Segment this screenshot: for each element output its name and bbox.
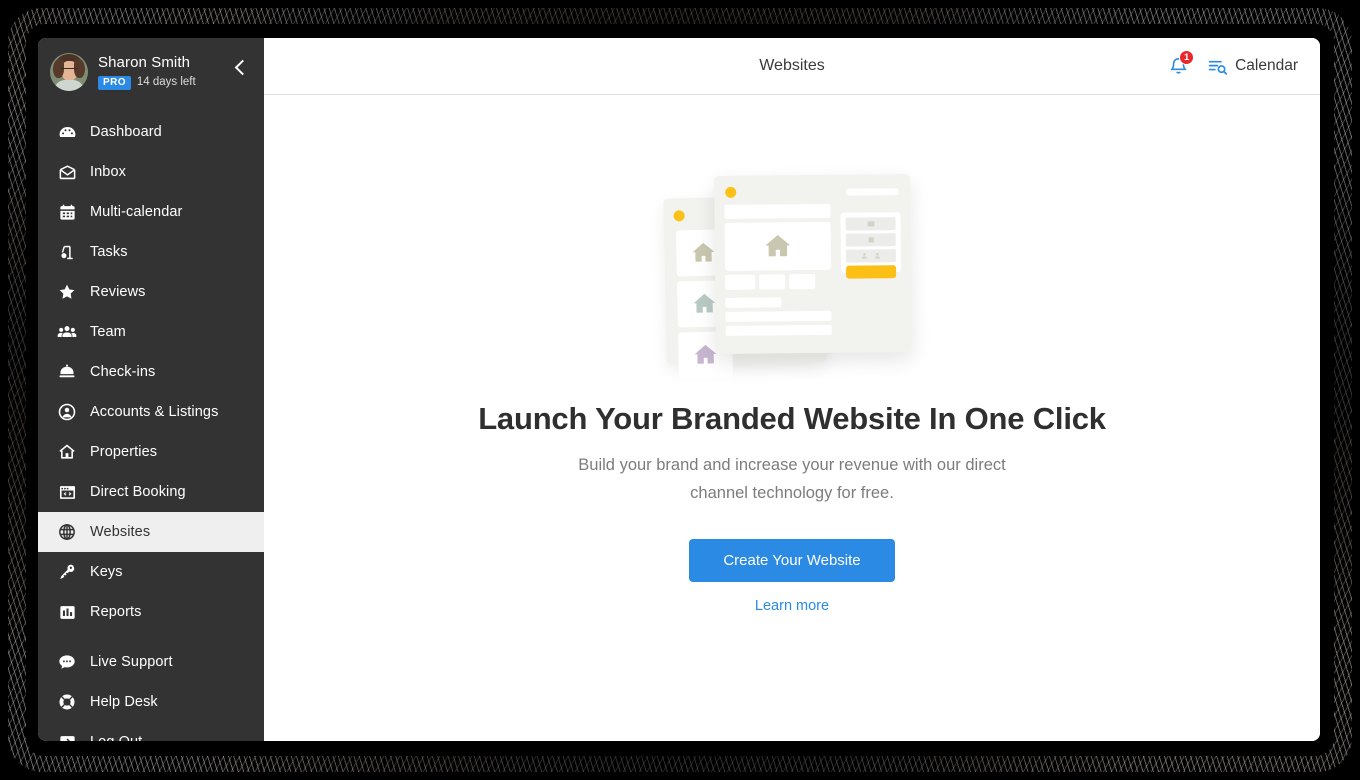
notification-badge: 1 (1179, 50, 1195, 65)
sidebar-item-label: Properties (90, 444, 158, 460)
sidebar-item-reports[interactable]: Reports (38, 592, 264, 632)
code-window-icon (56, 481, 78, 503)
sidebar-item-label: Keys (90, 564, 123, 580)
sidebar-item-label: Reviews (90, 284, 146, 300)
create-website-button[interactable]: Create Your Website (689, 539, 895, 583)
learn-more-link[interactable]: Learn more (755, 598, 829, 614)
calendar-label: Calendar (1235, 57, 1298, 74)
profile-subline: PRO 14 days left (98, 75, 196, 90)
bar-chart-icon (56, 601, 78, 623)
sidebar-item-label: Reports (90, 604, 142, 620)
sidebar-item-label: Tasks (90, 244, 128, 260)
globe-icon (56, 521, 78, 543)
sidebar-item-label: Inbox (90, 164, 126, 180)
calendar-button[interactable]: Calendar (1207, 56, 1298, 77)
page-title: Websites (759, 57, 825, 74)
lifebuoy-icon (56, 691, 78, 713)
chat-icon (56, 651, 78, 673)
tasks-icon (56, 241, 78, 263)
sidebar-item-label: Log Out (90, 734, 142, 741)
avatar (50, 53, 88, 91)
sidebar-item-check-ins[interactable]: Check-ins (38, 352, 264, 392)
sidebar-item-reviews[interactable]: Reviews (38, 272, 264, 312)
sidebar-item-tasks[interactable]: Tasks (38, 232, 264, 272)
hero-subtitle: Build your brand and increase your reven… (578, 456, 1006, 503)
sidebar-item-label: Websites (90, 524, 151, 540)
sidebar-item-accounts-listings[interactable]: Accounts & Listings (38, 392, 264, 432)
website-builder-illustration (657, 173, 927, 379)
inbox-icon (56, 161, 78, 183)
sidebar-item-label: Check-ins (90, 364, 156, 380)
sidebar-item-label: Dashboard (90, 124, 162, 140)
sidebar-item-team[interactable]: Team (38, 312, 264, 352)
sidebar-item-label: Team (90, 324, 126, 340)
profile-name: Sharon Smith (98, 54, 191, 72)
bell-desk-icon (56, 361, 78, 383)
sidebar-item-websites[interactable]: Websites (38, 512, 264, 552)
home-icon (56, 441, 78, 463)
topbar: Websites 1 Calendar (264, 38, 1320, 95)
sidebar-item-dashboard[interactable]: Dashboard (38, 112, 264, 152)
chevron-left-icon (234, 59, 251, 75)
sidebar-profile[interactable]: Sharon Smith PRO 14 days left (38, 38, 264, 108)
topbar-actions: 1 Calendar (1165, 50, 1298, 80)
calendar-search-icon (1208, 60, 1228, 75)
screen: Sharon Smith PRO 14 days left Dashboard (0, 0, 1360, 780)
notifications-button[interactable]: 1 (1165, 50, 1195, 80)
main-area: Websites 1 Calendar Launch Your Branded … (264, 38, 1320, 741)
sidebar-item-label: Direct Booking (90, 484, 186, 500)
sidebar-divider (38, 632, 264, 642)
calendar-icon (56, 201, 78, 223)
star-icon (56, 281, 78, 303)
key-icon (56, 561, 78, 583)
sidebar-item-label: Accounts & Listings (90, 404, 219, 420)
sidebar-collapse-button[interactable] (230, 56, 252, 78)
sidebar-item-live-support[interactable]: Live Support (38, 642, 264, 682)
sidebar: Sharon Smith PRO 14 days left Dashboard (38, 38, 264, 741)
team-icon (56, 321, 78, 343)
sidebar-item-label: Multi-calendar (90, 204, 183, 220)
sidebar-item-inbox[interactable]: Inbox (38, 152, 264, 192)
account-icon (56, 401, 78, 423)
empty-state-content: Launch Your Branded Website In One Click… (264, 95, 1320, 741)
sidebar-item-direct-booking[interactable]: Direct Booking (38, 472, 264, 512)
sidebar-item-label: Live Support (90, 654, 173, 670)
sidebar-nav: Dashboard Inbox Multi-calendar Tasks Rev… (38, 112, 264, 741)
application-window: Sharon Smith PRO 14 days left Dashboard (38, 38, 1320, 741)
dashboard-icon (56, 121, 78, 143)
sidebar-item-properties[interactable]: Properties (38, 432, 264, 472)
sidebar-item-help-desk[interactable]: Help Desk (38, 682, 264, 722)
hero-title: Launch Your Branded Website In One Click (478, 401, 1106, 436)
logout-icon (56, 731, 78, 741)
sidebar-item-log-out[interactable]: Log Out (38, 722, 264, 741)
sidebar-item-multi-calendar[interactable]: Multi-calendar (38, 192, 264, 232)
pro-badge: PRO (98, 75, 131, 90)
illustration-window-front (714, 173, 912, 355)
profile-text: Sharon Smith PRO 14 days left (98, 54, 196, 90)
sidebar-item-keys[interactable]: Keys (38, 552, 264, 592)
sidebar-item-label: Help Desk (90, 694, 158, 710)
trial-days-left: 14 days left (136, 76, 196, 89)
